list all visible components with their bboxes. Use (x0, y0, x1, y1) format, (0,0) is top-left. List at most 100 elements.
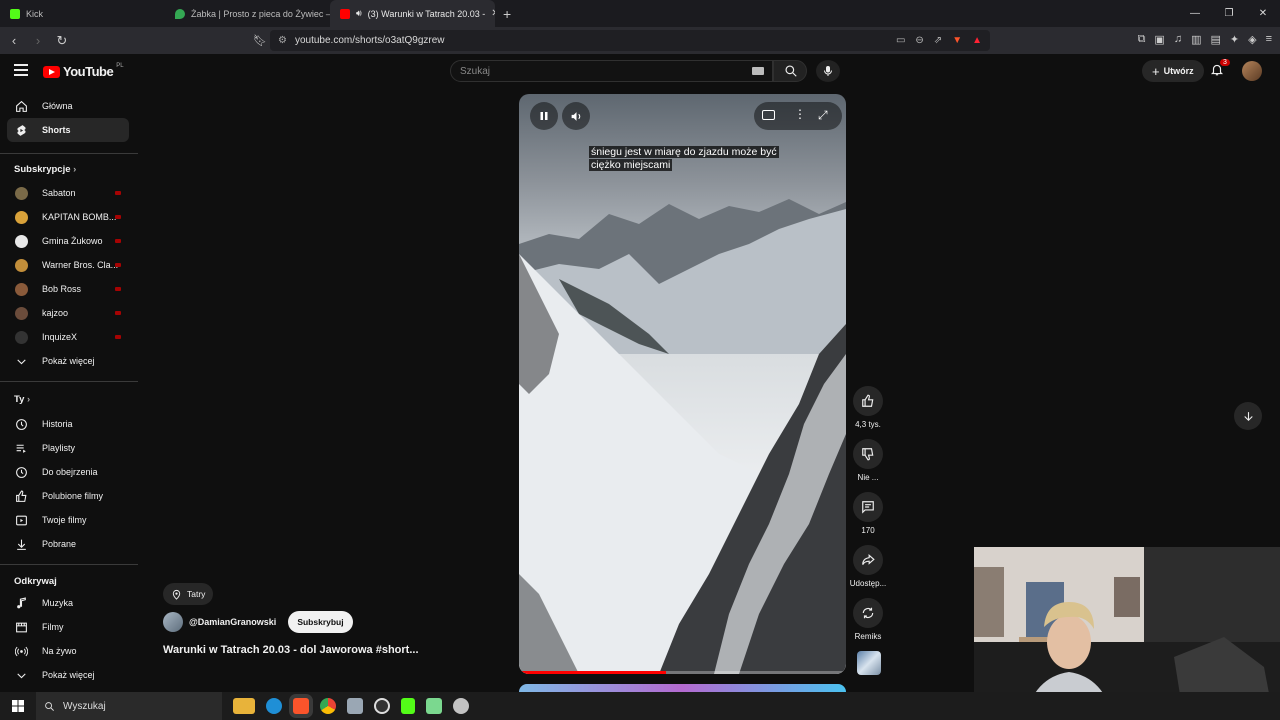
notifications-button[interactable]: 3 (1210, 59, 1230, 78)
browser-tab-kick[interactable]: Kick (0, 0, 165, 27)
sidebar-item-downloads[interactable]: Pobrane (7, 532, 129, 556)
share-action[interactable]: Udostęp... (849, 545, 887, 588)
account-avatar[interactable] (1242, 61, 1262, 81)
shorts-video-player[interactable]: ⋮ ⤢ śniegu jest w miarę do zjazdu może b… (519, 94, 846, 674)
browser-tab-zabka[interactable]: Żabka | Prosto z pieca do Żywiec – M (165, 0, 330, 27)
sidebar-item-label: Muzyka (42, 598, 74, 608)
sidebar-item-subscription[interactable]: kajzoo (7, 301, 129, 325)
brave-icon[interactable] (293, 698, 309, 714)
short-title[interactable]: Warunki w Tatrach 20.03 - dol Jaworowa #… (163, 644, 419, 656)
wallet-icon[interactable]: ▤ (1210, 33, 1220, 46)
keyboard-icon[interactable] (752, 67, 764, 75)
sidebar-item-subscription[interactable]: Bob Ross (7, 277, 129, 301)
sidebar-icon[interactable]: ▥ (1191, 33, 1201, 46)
pause-button[interactable] (530, 102, 558, 130)
media-icon[interactable]: ♫ (1174, 33, 1182, 46)
sidebar-item-home[interactable]: Główna (7, 94, 129, 118)
forward-button[interactable]: › (28, 33, 48, 48)
sidebar-show-more-subscriptions[interactable]: Pokaż więcej (7, 349, 129, 373)
hamburger-menu-icon[interactable] (14, 64, 28, 76)
playlist-icon (16, 444, 26, 453)
share-icon[interactable]: ⇗ (934, 35, 942, 46)
create-button[interactable]: + Utwórz (1142, 60, 1204, 82)
comments-button[interactable] (853, 492, 883, 522)
streaming-app-icon[interactable] (401, 698, 415, 714)
like-action[interactable]: 4,3 tys. (849, 386, 887, 429)
taskbar-search[interactable]: Wyszukaj (36, 692, 222, 720)
location-pin-icon (172, 589, 181, 600)
dislike-button[interactable] (853, 439, 883, 469)
maps-pin-icon (175, 8, 185, 19)
file-explorer-icon[interactable] (233, 698, 255, 714)
restore-button[interactable]: ❐ (1212, 8, 1246, 19)
sidebar-item-live[interactable]: Na żywo (7, 639, 129, 663)
bookmark-icon[interactable]: 🔖︎ (250, 34, 270, 47)
next-short-button[interactable] (1234, 402, 1262, 430)
chat-app-icon[interactable] (426, 698, 442, 714)
sidebar-item-subscription[interactable]: InquizeX (7, 325, 129, 349)
reload-button[interactable]: ↻ (52, 33, 72, 49)
next-short-preview[interactable] (519, 684, 846, 692)
captions-button[interactable] (762, 110, 775, 120)
sidebar-item-watch-later[interactable]: Do obejrzenia (7, 460, 129, 484)
screenshot-icon[interactable]: ▣ (1154, 33, 1164, 46)
sidebar-item-subscription[interactable]: KAPITAN BOMB... (7, 205, 129, 229)
obs-icon[interactable] (374, 698, 390, 714)
sidebar-item-music[interactable]: Muzyka (7, 591, 129, 615)
start-button[interactable] (0, 700, 36, 712)
subscriptions-heading[interactable]: Subskrypcje › (14, 164, 76, 175)
tab-title: (3) Warunki w Tatrach 20.03 - (367, 8, 486, 19)
subscribe-button[interactable]: Subskrybuj (288, 611, 353, 633)
app-icon[interactable] (347, 698, 363, 714)
remix-button[interactable] (853, 598, 883, 628)
channel-name[interactable]: @DamianGranowski (189, 617, 276, 627)
sidebar-show-more-explore[interactable]: Pokaż więcej (7, 663, 129, 687)
channel-avatar[interactable] (163, 612, 183, 632)
dislike-action[interactable]: Nie ... (849, 439, 887, 482)
menu-icon[interactable]: ≡ (1266, 33, 1272, 46)
more-options-icon[interactable]: ⋮ (794, 107, 806, 121)
like-button[interactable] (853, 386, 883, 416)
sidebar-item-films[interactable]: Filmy (7, 615, 129, 639)
close-window-button[interactable]: ✕ (1246, 8, 1280, 19)
site-info-icon[interactable]: ⚙︎ (278, 35, 287, 46)
edge-icon[interactable] (266, 698, 282, 714)
sidebar-item-your-videos[interactable]: Twoje filmy (7, 508, 129, 532)
address-bar[interactable]: ⚙︎ youtube.com/shorts/o3atQ9gzrew ▭ ⊖ ⇗ … (270, 30, 990, 51)
volume-button[interactable] (562, 102, 590, 130)
minimize-button[interactable]: — (1178, 8, 1212, 19)
sidebar-item-history[interactable]: Historia (7, 412, 129, 436)
search-input[interactable]: Szukaj (450, 60, 773, 82)
zoom-icon[interactable]: ⊖ (915, 35, 923, 46)
sound-thumbnail[interactable] (857, 651, 881, 675)
sidebar-item-liked-videos[interactable]: Polubione filmy (7, 484, 129, 508)
voice-search-button[interactable] (816, 60, 840, 82)
sidebar-item-shorts[interactable]: Shorts (7, 118, 129, 142)
video-progress-bar[interactable] (519, 671, 846, 674)
sidebar-item-subscription[interactable]: Warner Bros. Cla... (7, 253, 129, 277)
youtube-logo[interactable]: YouTube PL (43, 63, 124, 79)
cast-icon[interactable]: ▭ (896, 35, 905, 46)
fullscreen-icon[interactable]: ⤢ (818, 108, 828, 123)
comments-action[interactable]: 170 (849, 492, 887, 535)
tool-app-icon[interactable] (453, 698, 469, 714)
vpn-icon[interactable]: ◈ (1248, 33, 1256, 46)
sidebar-divider (0, 153, 138, 154)
share-button[interactable] (853, 545, 883, 575)
sidebar-item-subscription[interactable]: Gmina Żukowo (7, 229, 129, 253)
location-chip[interactable]: Tatry (163, 583, 214, 605)
search-button[interactable] (773, 60, 807, 82)
new-tab-button[interactable]: + (495, 6, 519, 22)
brave-shield-icon[interactable]: ▼ (952, 35, 962, 46)
sidebar-item-playlists[interactable]: Playlisty (7, 436, 129, 460)
leo-icon[interactable]: ✦ (1230, 33, 1239, 46)
remix-action[interactable]: Remiks (849, 598, 887, 641)
browser-tab-youtube[interactable]: 🔊︎ (3) Warunki w Tatrach 20.03 - ✕ (330, 0, 495, 27)
brave-rewards-icon[interactable]: ▲ (972, 35, 982, 46)
sidebar-item-subscription[interactable]: Sabaton (7, 181, 129, 205)
you-heading[interactable]: Ty › (14, 394, 30, 405)
extensions-icon[interactable]: ⧉ (1138, 33, 1146, 46)
back-button[interactable]: ‹ (4, 33, 24, 48)
youtube-header: YouTube PL Szukaj + Utwórz 3 (0, 54, 1280, 88)
chrome-icon[interactable] (320, 698, 336, 714)
